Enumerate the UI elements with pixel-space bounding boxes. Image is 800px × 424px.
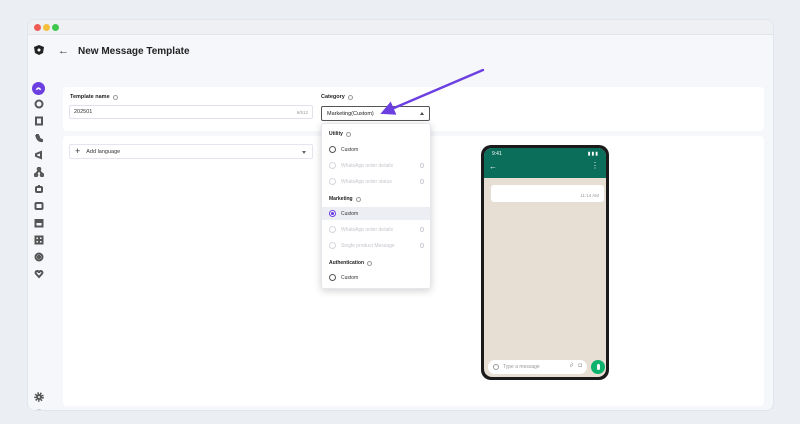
category-label: Category [321,94,353,100]
radio-icon [329,178,336,185]
support-icon[interactable] [33,251,45,263]
option-marketing-custom[interactable]: Custom [322,207,430,220]
dropdown-group-marketing: Marketing [329,196,361,202]
info-icon [345,131,351,137]
phone-icon[interactable] [33,132,45,144]
page-header: ← New Message Template [58,42,190,60]
template-name-input[interactable]: 202501 6/512 [69,105,313,119]
attach-icon: ∂ [570,363,573,369]
close-window-button[interactable] [34,24,41,31]
sidebar-item-templates[interactable] [32,82,45,95]
chevron-down-icon [302,151,306,154]
message-bubble: 11:14 AM [491,185,604,202]
window-titlebar [28,20,773,35]
flow-icon[interactable] [33,166,45,178]
chat-icon[interactable] [33,98,45,110]
category-select[interactable]: Marketing(Custom) [321,106,430,121]
radio-icon [329,242,336,249]
chevron-up-icon [420,112,424,115]
phone-screen: 9:41 ▮▮▮ ← ⋮ 11:14 AM Type a message ∂ ◘ [484,148,606,377]
info-icon [112,94,118,100]
info-icon [347,94,353,100]
category-value: Marketing(Custom) [327,110,374,117]
option-marketing-single-product: Single product Message [322,239,430,252]
category-dropdown-menu: Utility Custom WhatsApp order details Wh… [321,123,431,289]
add-language-button[interactable]: + Add language [69,144,313,159]
minimize-window-button[interactable] [43,24,50,31]
signal-battery-icon: ▮▮▮ [587,151,599,157]
message-input-placeholder: Type a message [503,364,540,370]
more-options-icon: ⋮ [591,161,599,170]
phone-clock: 9:41 [492,151,502,157]
megaphone-icon[interactable] [33,149,45,161]
info-icon [355,196,361,202]
inbox-icon[interactable] [33,200,45,212]
user-avatar-icon[interactable] [33,408,45,410]
radio-icon [329,274,336,281]
info-icon [419,179,424,184]
contacts-icon[interactable] [33,115,45,127]
plus-icon: + [75,146,81,156]
camera-icon: ◘ [578,363,582,369]
maximize-window-button[interactable] [52,24,59,31]
back-arrow-icon[interactable]: ← [58,45,69,57]
app-logo-icon[interactable] [32,43,46,57]
phone-preview: 9:41 ▮▮▮ ← ⋮ 11:14 AM Type a message ∂ ◘ [481,145,609,380]
grid-icon[interactable] [33,234,45,246]
option-authentication-custom[interactable]: Custom [322,271,430,284]
option-utility-custom[interactable]: Custom [322,143,430,156]
radio-icon [329,226,336,233]
message-input: Type a message ∂ ◘ [488,360,587,374]
template-name-value: 202501 [74,109,93,115]
radio-icon [329,146,336,153]
template-name-label: Template name [70,94,118,100]
back-arrow-icon: ← [489,162,497,171]
info-icon [419,243,424,248]
option-utility-order-status: WhatsApp order status [322,175,430,188]
radio-selected-icon [329,210,336,217]
chat-header: 9:41 ▮▮▮ ← ⋮ [484,148,606,178]
info-icon [419,227,424,232]
info-icon [367,260,372,266]
option-utility-order-details: WhatsApp order details [322,159,430,172]
page-title: New Message Template [78,45,190,57]
bot-icon[interactable] [33,183,45,195]
character-counter: 6/512 [296,109,308,115]
add-language-label: Add language [86,148,121,155]
dropdown-group-utility: Utility [329,131,351,137]
dropdown-group-authentication: Authentication [329,260,372,266]
settings-gear-icon[interactable] [33,391,45,403]
sidebar [28,35,50,410]
message-time: 11:14 AM [580,193,599,198]
heart-icon[interactable] [33,268,45,280]
option-marketing-order-details: WhatsApp order details [322,223,430,236]
emoji-icon [493,364,499,370]
microphone-icon [591,360,605,374]
calendar-icon[interactable] [33,217,45,229]
info-icon [419,163,424,168]
radio-icon [329,162,336,169]
